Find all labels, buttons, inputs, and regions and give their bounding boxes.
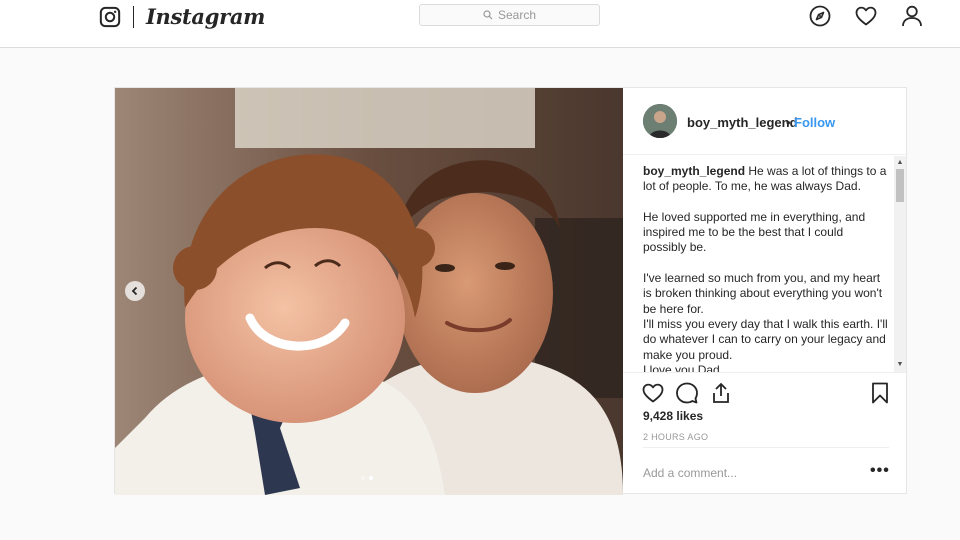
caption-paragraph: I've learned so much from you, and my he… xyxy=(643,271,883,316)
scroll-up-arrow-icon[interactable]: ▲ xyxy=(896,159,904,167)
instagram-glyph-icon[interactable] xyxy=(99,6,121,28)
search-icon xyxy=(483,10,493,20)
post-header: boy_myth_legend • Follow xyxy=(623,88,908,155)
avatar-image xyxy=(643,104,677,138)
caption-paragraph: He loved supported me in everything, and… xyxy=(643,209,866,255)
likes-count[interactable]: 9,428 likes xyxy=(643,409,703,423)
profile-icon[interactable] xyxy=(900,4,924,28)
header-separator: • xyxy=(786,115,791,130)
avatar[interactable] xyxy=(643,104,677,138)
caption-first-line: boy_myth_legend He was a lot of things t… xyxy=(643,164,889,195)
carousel-dot xyxy=(361,476,365,480)
caption-paragraph: I love you Dad. xyxy=(643,362,724,372)
scroll-down-arrow-icon[interactable]: ▼ xyxy=(896,361,904,369)
caption-area[interactable]: boy_myth_legend He was a lot of things t… xyxy=(643,154,889,372)
photo-illustration xyxy=(115,88,623,495)
instagram-wordmark[interactable]: Instagram xyxy=(146,4,265,29)
caption-scrollbar[interactable]: ▲ ▼ xyxy=(894,156,906,372)
logo-divider xyxy=(133,6,134,28)
comment-input[interactable] xyxy=(643,465,853,481)
search-placeholder: Search xyxy=(497,8,537,22)
post-author-username[interactable]: boy_myth_legend xyxy=(687,115,798,130)
follow-button[interactable]: Follow xyxy=(794,115,835,130)
compass-icon[interactable] xyxy=(808,4,832,28)
bookmark-icon[interactable] xyxy=(868,381,892,405)
carousel-dot-active xyxy=(369,476,373,480)
carousel-dots xyxy=(361,476,373,480)
post-sidebar: boy_myth_legend • Follow boy_myth_legend… xyxy=(623,88,908,495)
scroll-thumb[interactable] xyxy=(896,169,904,202)
carousel-prev-button[interactable] xyxy=(125,281,145,301)
share-icon[interactable] xyxy=(709,381,733,405)
top-nav-bar: Instagram Search xyxy=(0,0,960,48)
post-actions xyxy=(623,372,908,413)
comment-bubble-icon[interactable] xyxy=(675,381,699,405)
post-timestamp[interactable]: 2 HOURS AGO xyxy=(643,432,708,442)
comment-bar: ••• xyxy=(643,447,889,496)
like-heart-icon[interactable] xyxy=(641,381,665,405)
search-box[interactable]: Search xyxy=(419,4,600,26)
caption-paragraph: I'll miss you every day that I walk this… xyxy=(643,316,888,362)
post-card: boy_myth_legend • Follow boy_myth_legend… xyxy=(114,87,908,495)
caption-username[interactable]: boy_myth_legend xyxy=(643,164,745,178)
chevron-left-icon xyxy=(131,286,138,296)
more-options-icon[interactable]: ••• xyxy=(870,462,890,480)
heart-icon[interactable] xyxy=(854,4,878,28)
post-photo[interactable] xyxy=(115,88,623,495)
